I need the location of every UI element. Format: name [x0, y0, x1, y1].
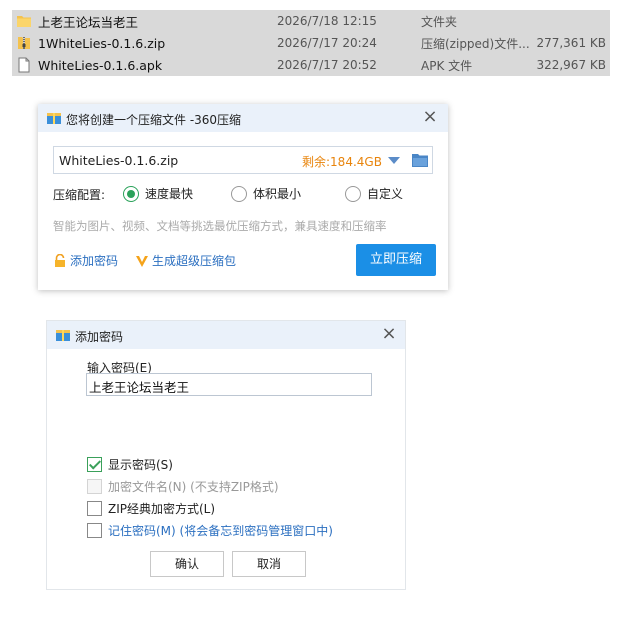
checkbox-label: ZIP经典加密方式(L)	[108, 502, 216, 516]
radio-button[interactable]	[231, 185, 247, 202]
file-row-folder[interactable]: 上老王论坛当老王 2026/7/18 12:15 文件夹	[12, 10, 610, 32]
cancel-button[interactable]: 取消	[232, 551, 306, 577]
folder-icon	[17, 16, 31, 27]
password-input[interactable]: 上老王论坛当老王	[86, 373, 372, 396]
zip-file-icon	[18, 37, 30, 49]
checkbox-remember-password[interactable]: 记住密码(M) (将会备忘到密码管理窗口中)	[87, 522, 333, 539]
archive-icon	[47, 113, 61, 124]
dialog-title-bar[interactable]: 添加密码 ×	[47, 321, 405, 349]
compress-hint: 智能为图片、视频、文档等挑选最优压缩方式，兼具速度和压缩率	[53, 219, 387, 233]
archive-name-field[interactable]: WhiteLies-0.1.6.zip 剩余:184.4GB	[53, 146, 433, 174]
checkbox-label: 加密文件名(N) (不支持ZIP格式)	[108, 480, 279, 494]
folder-browse-icon[interactable]	[412, 153, 428, 167]
compress-dialog: 您将创建一个压缩文件 -360压缩 × WhiteLies-0.1.6.zip …	[38, 104, 448, 290]
file-name: 上老王论坛当老王	[38, 14, 139, 30]
radio-button[interactable]	[345, 185, 361, 202]
file-row-apk[interactable]: WhiteLies-0.1.6.apk 2026/7/17 20:52 APK …	[12, 54, 610, 76]
archive-name-value[interactable]: WhiteLies-0.1.6.zip	[59, 153, 178, 168]
radio-label: 体积最小	[253, 187, 302, 201]
dialog-title: 添加密码	[75, 330, 124, 344]
checkbox-label: 记住密码(M) (将会备忘到密码管理窗口中)	[108, 524, 333, 538]
file-name: WhiteLies-0.1.6.apk	[38, 57, 163, 73]
checkbox-box[interactable]	[87, 457, 102, 472]
file-type: 压缩(zipped)文件...	[421, 36, 530, 51]
apk-file-icon	[18, 57, 30, 73]
checkbox-box	[87, 479, 102, 494]
checkbox-zip-classic[interactable]: ZIP经典加密方式(L)	[87, 500, 215, 517]
file-list: 上老王论坛当老王 2026/7/18 12:15 文件夹 1WhiteLies-…	[12, 10, 610, 76]
file-date: 2026/7/17 20:52	[277, 58, 377, 72]
free-space-label: 剩余:184.4GB	[302, 155, 382, 169]
checkbox-box[interactable]	[87, 523, 102, 538]
close-icon[interactable]: ×	[379, 324, 399, 344]
dialog-title-bar[interactable]: 您将创建一个压缩文件 -360压缩 ×	[38, 104, 448, 132]
ok-button[interactable]: 确认	[150, 551, 224, 577]
password-dialog: 添加密码 × 输入密码(E) 上老王论坛当老王 显示密码(S) 加密文件名(N)…	[46, 320, 406, 590]
dialog-title: 您将创建一个压缩文件 -360压缩	[66, 113, 242, 127]
add-password-link[interactable]: 添加密码	[53, 252, 118, 269]
checkbox-label: 显示密码(S)	[108, 458, 173, 472]
radio-label: 速度最快	[145, 187, 194, 201]
file-date: 2026/7/17 20:24	[277, 36, 377, 50]
super-zip-label: 生成超级压缩包	[152, 254, 237, 268]
archive-icon	[56, 330, 70, 341]
file-size: 277,361 KB	[536, 36, 606, 50]
file-name: 1WhiteLies-0.1.6.zip	[38, 35, 166, 51]
v-badge-icon	[136, 255, 148, 267]
checkbox-encrypt-filenames: 加密文件名(N) (不支持ZIP格式)	[87, 478, 279, 495]
file-size: 322,967 KB	[536, 58, 606, 72]
radio-label: 自定义	[367, 187, 404, 201]
file-type: 文件夹	[421, 14, 458, 29]
password-value[interactable]: 上老王论坛当老王	[89, 377, 189, 396]
file-type: APK 文件	[421, 58, 473, 73]
radio-custom[interactable]: 自定义	[345, 185, 403, 202]
radio-smallest[interactable]: 体积最小	[231, 185, 301, 202]
file-row-zip[interactable]: 1WhiteLies-0.1.6.zip 2026/7/17 20:24 压缩(…	[12, 32, 610, 54]
checkbox-box[interactable]	[87, 501, 102, 516]
dropdown-arrow-icon[interactable]	[388, 157, 400, 164]
checkbox-show-password[interactable]: 显示密码(S)	[87, 456, 173, 473]
radio-fastest[interactable]: 速度最快	[123, 185, 193, 202]
add-password-label: 添加密码	[70, 254, 119, 268]
file-date: 2026/7/18 12:15	[277, 14, 377, 28]
compress-now-button[interactable]: 立即压缩	[356, 244, 436, 276]
super-zip-link[interactable]: 生成超级压缩包	[135, 252, 236, 269]
close-icon[interactable]: ×	[420, 107, 440, 127]
config-label: 压缩配置:	[53, 188, 106, 202]
radio-button[interactable]	[123, 185, 139, 202]
lock-icon	[55, 253, 65, 267]
